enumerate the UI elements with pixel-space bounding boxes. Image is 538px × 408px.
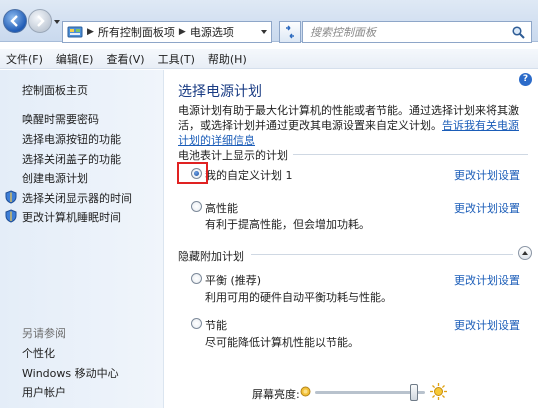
plan-radio-balanced[interactable]: [191, 273, 202, 284]
forward-button[interactable]: [28, 9, 52, 33]
section-hidden-plans: 隐藏附加计划: [178, 250, 244, 263]
display-shield-icon: [5, 190, 17, 204]
arrow-left-icon: [10, 15, 18, 27]
menu-bar: 文件(F) 编辑(E) 查看(V) 工具(T) 帮助(H): [0, 49, 538, 69]
sidebar-item-create-plan[interactable]: 创建电源计划: [22, 170, 88, 186]
control-panel-icon: [67, 26, 83, 38]
breadcrumb-separator: ▶: [87, 27, 94, 37]
sidebar-item-sleep-time[interactable]: 更改计算机睡眠时间: [22, 209, 121, 225]
breadcrumb-power-options[interactable]: 电源选项: [190, 24, 234, 40]
change-plan-settings-high-performance[interactable]: 更改计划设置: [454, 200, 520, 216]
address-bar: ▶ 所有控制面板项 ▶ 电源选项: [0, 0, 538, 43]
plan-name-custom: 我的自定义计划 1: [205, 169, 293, 182]
plan-name-power-saver: 节能: [205, 319, 227, 332]
section-shown-plans: 电池表计上显示的计划: [178, 149, 288, 162]
plan-radio-high-performance[interactable]: [191, 201, 202, 212]
main-panel: ? 选择电源计划 电源计划有助于最大化计算机的性能或者节能。通过选择计划来将其激…: [165, 70, 538, 408]
change-plan-settings-custom[interactable]: 更改计划设置: [454, 167, 520, 183]
divider: [251, 254, 513, 255]
menu-help[interactable]: 帮助(H): [208, 51, 255, 67]
see-also-mobility-center[interactable]: Windows 移动中心: [22, 365, 119, 381]
page-description: 电源计划有助于最大化计算机的性能或者节能。通过选择计划来将其激活，或选择计划并通…: [178, 103, 528, 148]
change-plan-settings-power-saver[interactable]: 更改计划设置: [454, 317, 520, 333]
sleep-shield-icon: [5, 209, 17, 223]
plan-name-high-performance: 高性能: [205, 202, 238, 215]
breadcrumb-separator: ▶: [178, 27, 186, 37]
recent-pages-dropdown-icon[interactable]: [53, 18, 61, 26]
plan-desc-power-saver: 尽可能降低计算机性能以节能。: [205, 336, 359, 349]
sidebar-item-power-buttons[interactable]: 选择电源按钮的功能: [22, 131, 121, 147]
plan-name-balanced: 平衡 (推荐): [205, 274, 262, 287]
brightness-low-icon: [300, 386, 311, 397]
refresh-icon: [286, 25, 294, 39]
collapse-button[interactable]: [518, 246, 532, 260]
search-icon[interactable]: [512, 26, 525, 39]
help-icon[interactable]: ?: [519, 73, 532, 86]
search-box: [302, 21, 532, 43]
sidebar-item-display-off[interactable]: 选择关闭显示器的时间: [22, 190, 132, 206]
see-also-user-accounts[interactable]: 用户帐户: [22, 384, 66, 400]
menu-view[interactable]: 查看(V): [106, 51, 152, 67]
sidebar: 控制面板主页 唤醒时需要密码 选择电源按钮的功能 选择关闭盖子的功能 创建电源计…: [0, 70, 164, 408]
brightness-label: 屏幕亮度:: [252, 388, 300, 401]
refresh-button[interactable]: [279, 21, 301, 43]
highlight-annotation: [177, 162, 208, 184]
menu-tools[interactable]: 工具(T): [158, 51, 203, 67]
sidebar-control-panel-home[interactable]: 控制面板主页: [22, 82, 88, 98]
menu-edit[interactable]: 编辑(E): [56, 51, 102, 67]
see-also-heading: 另请参阅: [22, 327, 66, 340]
breadcrumb-all-control-panel[interactable]: 所有控制面板项: [98, 24, 175, 40]
sidebar-item-lid-close[interactable]: 选择关闭盖子的功能: [22, 151, 121, 167]
chevron-up-icon: [522, 251, 528, 255]
plan-radio-power-saver[interactable]: [191, 318, 202, 329]
brightness-high-icon: [430, 383, 447, 400]
breadcrumb[interactable]: ▶ 所有控制面板项 ▶ 电源选项: [62, 21, 272, 43]
search-input[interactable]: [310, 25, 500, 39]
brightness-bar: 屏幕亮度:: [165, 375, 538, 408]
back-button[interactable]: [3, 9, 27, 33]
divider: [293, 154, 528, 155]
page-title: 选择电源计划: [178, 84, 262, 100]
brightness-slider-track[interactable]: [315, 391, 425, 394]
change-plan-settings-balanced[interactable]: 更改计划设置: [454, 272, 520, 288]
plan-desc-balanced: 利用可用的硬件自动平衡功耗与性能。: [205, 291, 392, 304]
plan-desc-high-performance: 有利于提高性能，但会增加功耗。: [205, 218, 370, 231]
menu-file[interactable]: 文件(F): [6, 51, 51, 67]
sidebar-item-require-password[interactable]: 唤醒时需要密码: [22, 111, 99, 127]
brightness-slider-thumb[interactable]: [410, 384, 418, 401]
see-also-personalization[interactable]: 个性化: [22, 345, 55, 361]
arrow-right-icon: [37, 15, 45, 27]
chevron-down-icon[interactable]: [260, 28, 268, 36]
